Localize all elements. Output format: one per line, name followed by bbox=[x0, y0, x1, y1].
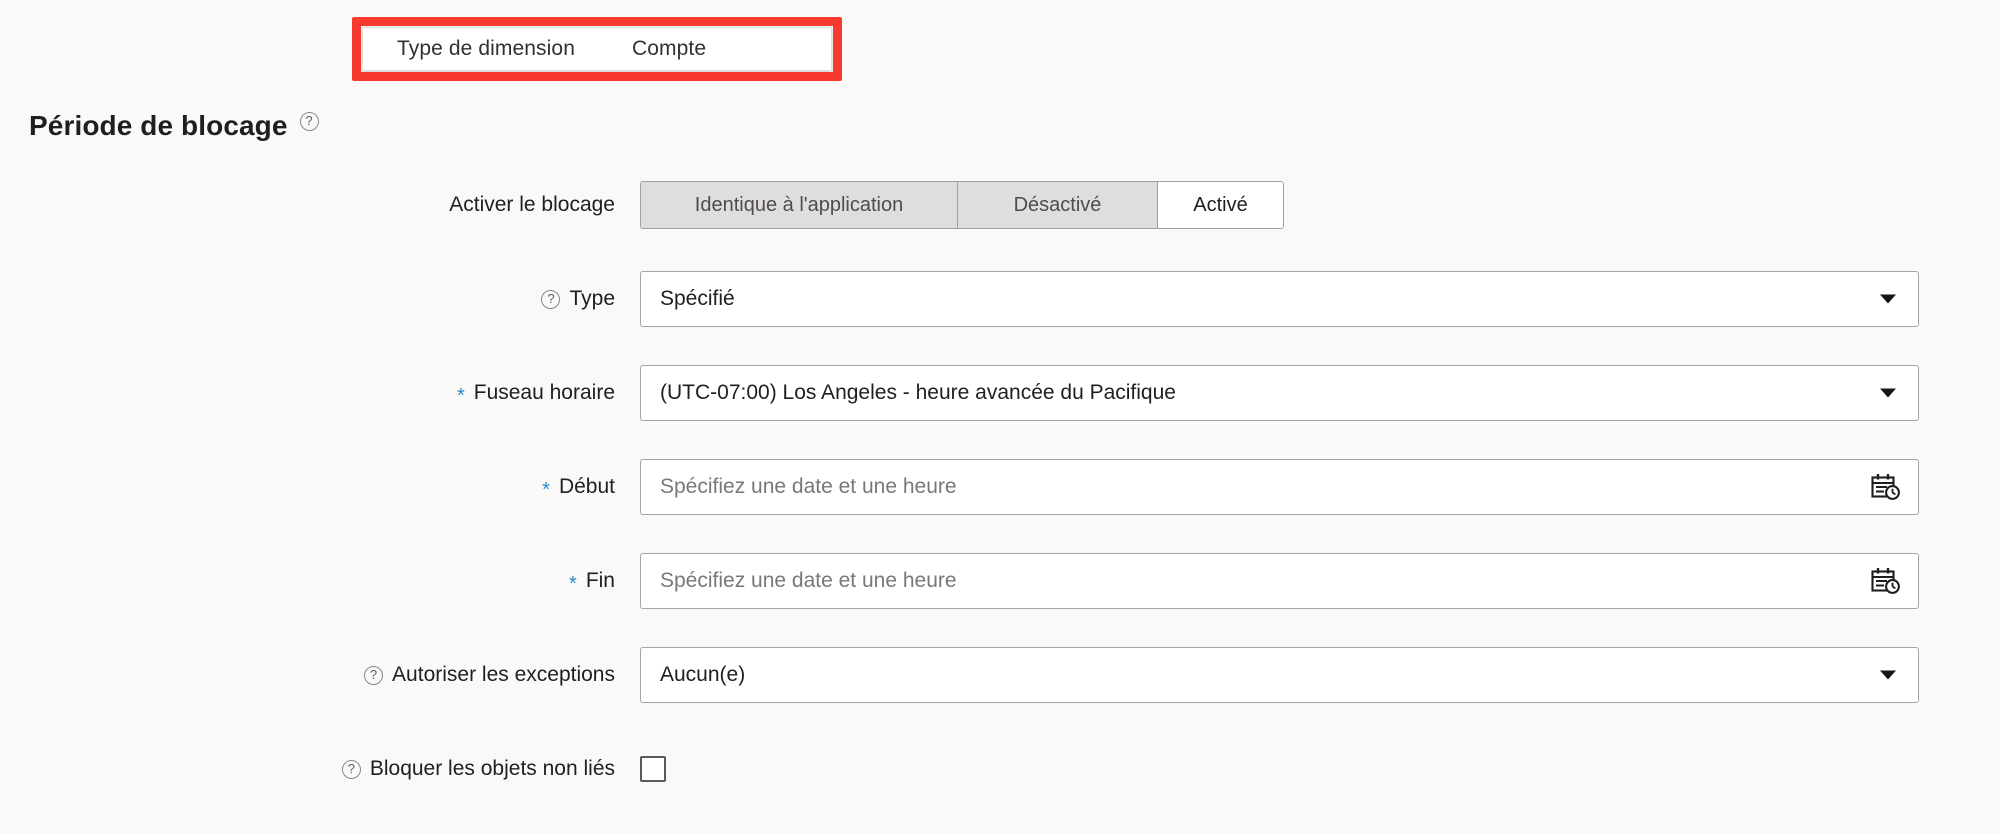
label-allow-exceptions: ? Autoriser les exceptions bbox=[0, 663, 640, 687]
blocking-period-form: Activer le blocage Identique à l'applica… bbox=[0, 176, 2000, 834]
chevron-down-icon[interactable] bbox=[1880, 388, 1896, 398]
type-dropdown-value: Spécifié bbox=[660, 287, 735, 310]
label-allow-exceptions-text: Autoriser les exceptions bbox=[392, 663, 615, 686]
start-datetime-field[interactable]: Spécifiez une date et une heure bbox=[640, 459, 1919, 515]
control-block-unrelated bbox=[640, 740, 2000, 798]
choice-same-as-application[interactable]: Identique à l'application bbox=[641, 182, 958, 228]
calendar-clock-icon[interactable] bbox=[1870, 566, 1902, 596]
form-row-end: * Fin Spécifiez une date et une heure bbox=[0, 552, 2000, 610]
type-dropdown[interactable]: Spécifié bbox=[640, 271, 1919, 327]
label-end: * Fin bbox=[0, 569, 640, 595]
help-circle-icon[interactable]: ? bbox=[541, 289, 561, 309]
dimension-tooltip-region: Type de dimension Compte bbox=[0, 0, 2000, 92]
label-enable-block-text: Activer le blocage bbox=[449, 193, 615, 216]
control-end: Spécifiez une date et une heure bbox=[640, 552, 2000, 610]
control-start: Spécifiez une date et une heure bbox=[640, 458, 2000, 516]
control-timezone: (UTC-07:00) Los Angeles - heure avancée … bbox=[640, 364, 2000, 422]
block-unrelated-checkbox[interactable] bbox=[640, 756, 666, 782]
label-block-unrelated-text: Bloquer les objets non liés bbox=[369, 757, 615, 780]
start-datetime-placeholder: Spécifiez une date et une heure bbox=[660, 475, 957, 498]
label-timezone: * Fuseau horaire bbox=[0, 381, 640, 407]
timezone-dropdown[interactable]: (UTC-07:00) Los Angeles - heure avancée … bbox=[640, 365, 1919, 421]
end-datetime-placeholder: Spécifiez une date et une heure bbox=[660, 569, 957, 592]
help-circle-icon[interactable]: ? bbox=[364, 665, 384, 685]
label-block-unrelated: ? Bloquer les objets non liés bbox=[0, 757, 640, 781]
help-circle-icon[interactable]: ? bbox=[299, 112, 319, 131]
tooltip-column-dimension-type: Type de dimension bbox=[397, 37, 575, 60]
chevron-down-icon[interactable] bbox=[1880, 294, 1896, 304]
enable-block-choice-group[interactable]: Identique à l'application Désactivé Acti… bbox=[640, 181, 1284, 229]
control-enable-block: Identique à l'application Désactivé Acti… bbox=[640, 176, 2000, 234]
required-indicator: * bbox=[542, 479, 550, 501]
form-row-block-unrelated: ? Bloquer les objets non liés bbox=[0, 740, 2000, 798]
label-start: * Début bbox=[0, 475, 640, 501]
tooltip-column-account: Compte bbox=[631, 37, 707, 60]
form-row-type: ? Type Spécifié bbox=[0, 270, 2000, 328]
allow-exceptions-dropdown[interactable]: Aucun(e) bbox=[640, 647, 1919, 703]
chevron-down-icon[interactable] bbox=[1880, 670, 1896, 680]
timezone-dropdown-value: (UTC-07:00) Los Angeles - heure avancée … bbox=[660, 381, 1176, 404]
label-end-text: Fin bbox=[585, 569, 615, 592]
form-row-start: * Début Spécifiez une date et une heure bbox=[0, 458, 2000, 516]
label-enable-block: Activer le blocage bbox=[0, 193, 640, 217]
section-title-text: Période de blocage bbox=[29, 110, 288, 141]
allow-exceptions-value: Aucun(e) bbox=[660, 663, 746, 686]
required-indicator: * bbox=[569, 573, 577, 595]
calendar-clock-icon[interactable] bbox=[1870, 472, 1902, 502]
form-row-timezone: * Fuseau horaire (UTC-07:00) Los Angeles… bbox=[0, 364, 2000, 422]
end-datetime-field[interactable]: Spécifiez une date et une heure bbox=[640, 553, 1919, 609]
choice-enabled[interactable]: Activé bbox=[1158, 182, 1283, 228]
label-timezone-text: Fuseau horaire bbox=[473, 381, 615, 404]
form-row-allow-exceptions: ? Autoriser les exceptions Aucun(e) bbox=[0, 646, 2000, 704]
page-title: Période de blocage ? bbox=[29, 110, 319, 142]
form-row-enable-block: Activer le blocage Identique à l'applica… bbox=[0, 176, 2000, 234]
control-type: Spécifié bbox=[640, 270, 2000, 328]
control-allow-exceptions: Aucun(e) bbox=[640, 646, 2000, 704]
required-indicator: * bbox=[456, 385, 465, 407]
label-type: ? Type bbox=[0, 287, 640, 311]
label-type-text: Type bbox=[569, 287, 615, 310]
choice-disabled[interactable]: Désactivé bbox=[958, 182, 1158, 228]
dimension-tooltip-panel: Type de dimension Compte bbox=[362, 27, 832, 71]
help-circle-icon[interactable]: ? bbox=[341, 759, 361, 779]
label-start-text: Début bbox=[558, 475, 615, 498]
